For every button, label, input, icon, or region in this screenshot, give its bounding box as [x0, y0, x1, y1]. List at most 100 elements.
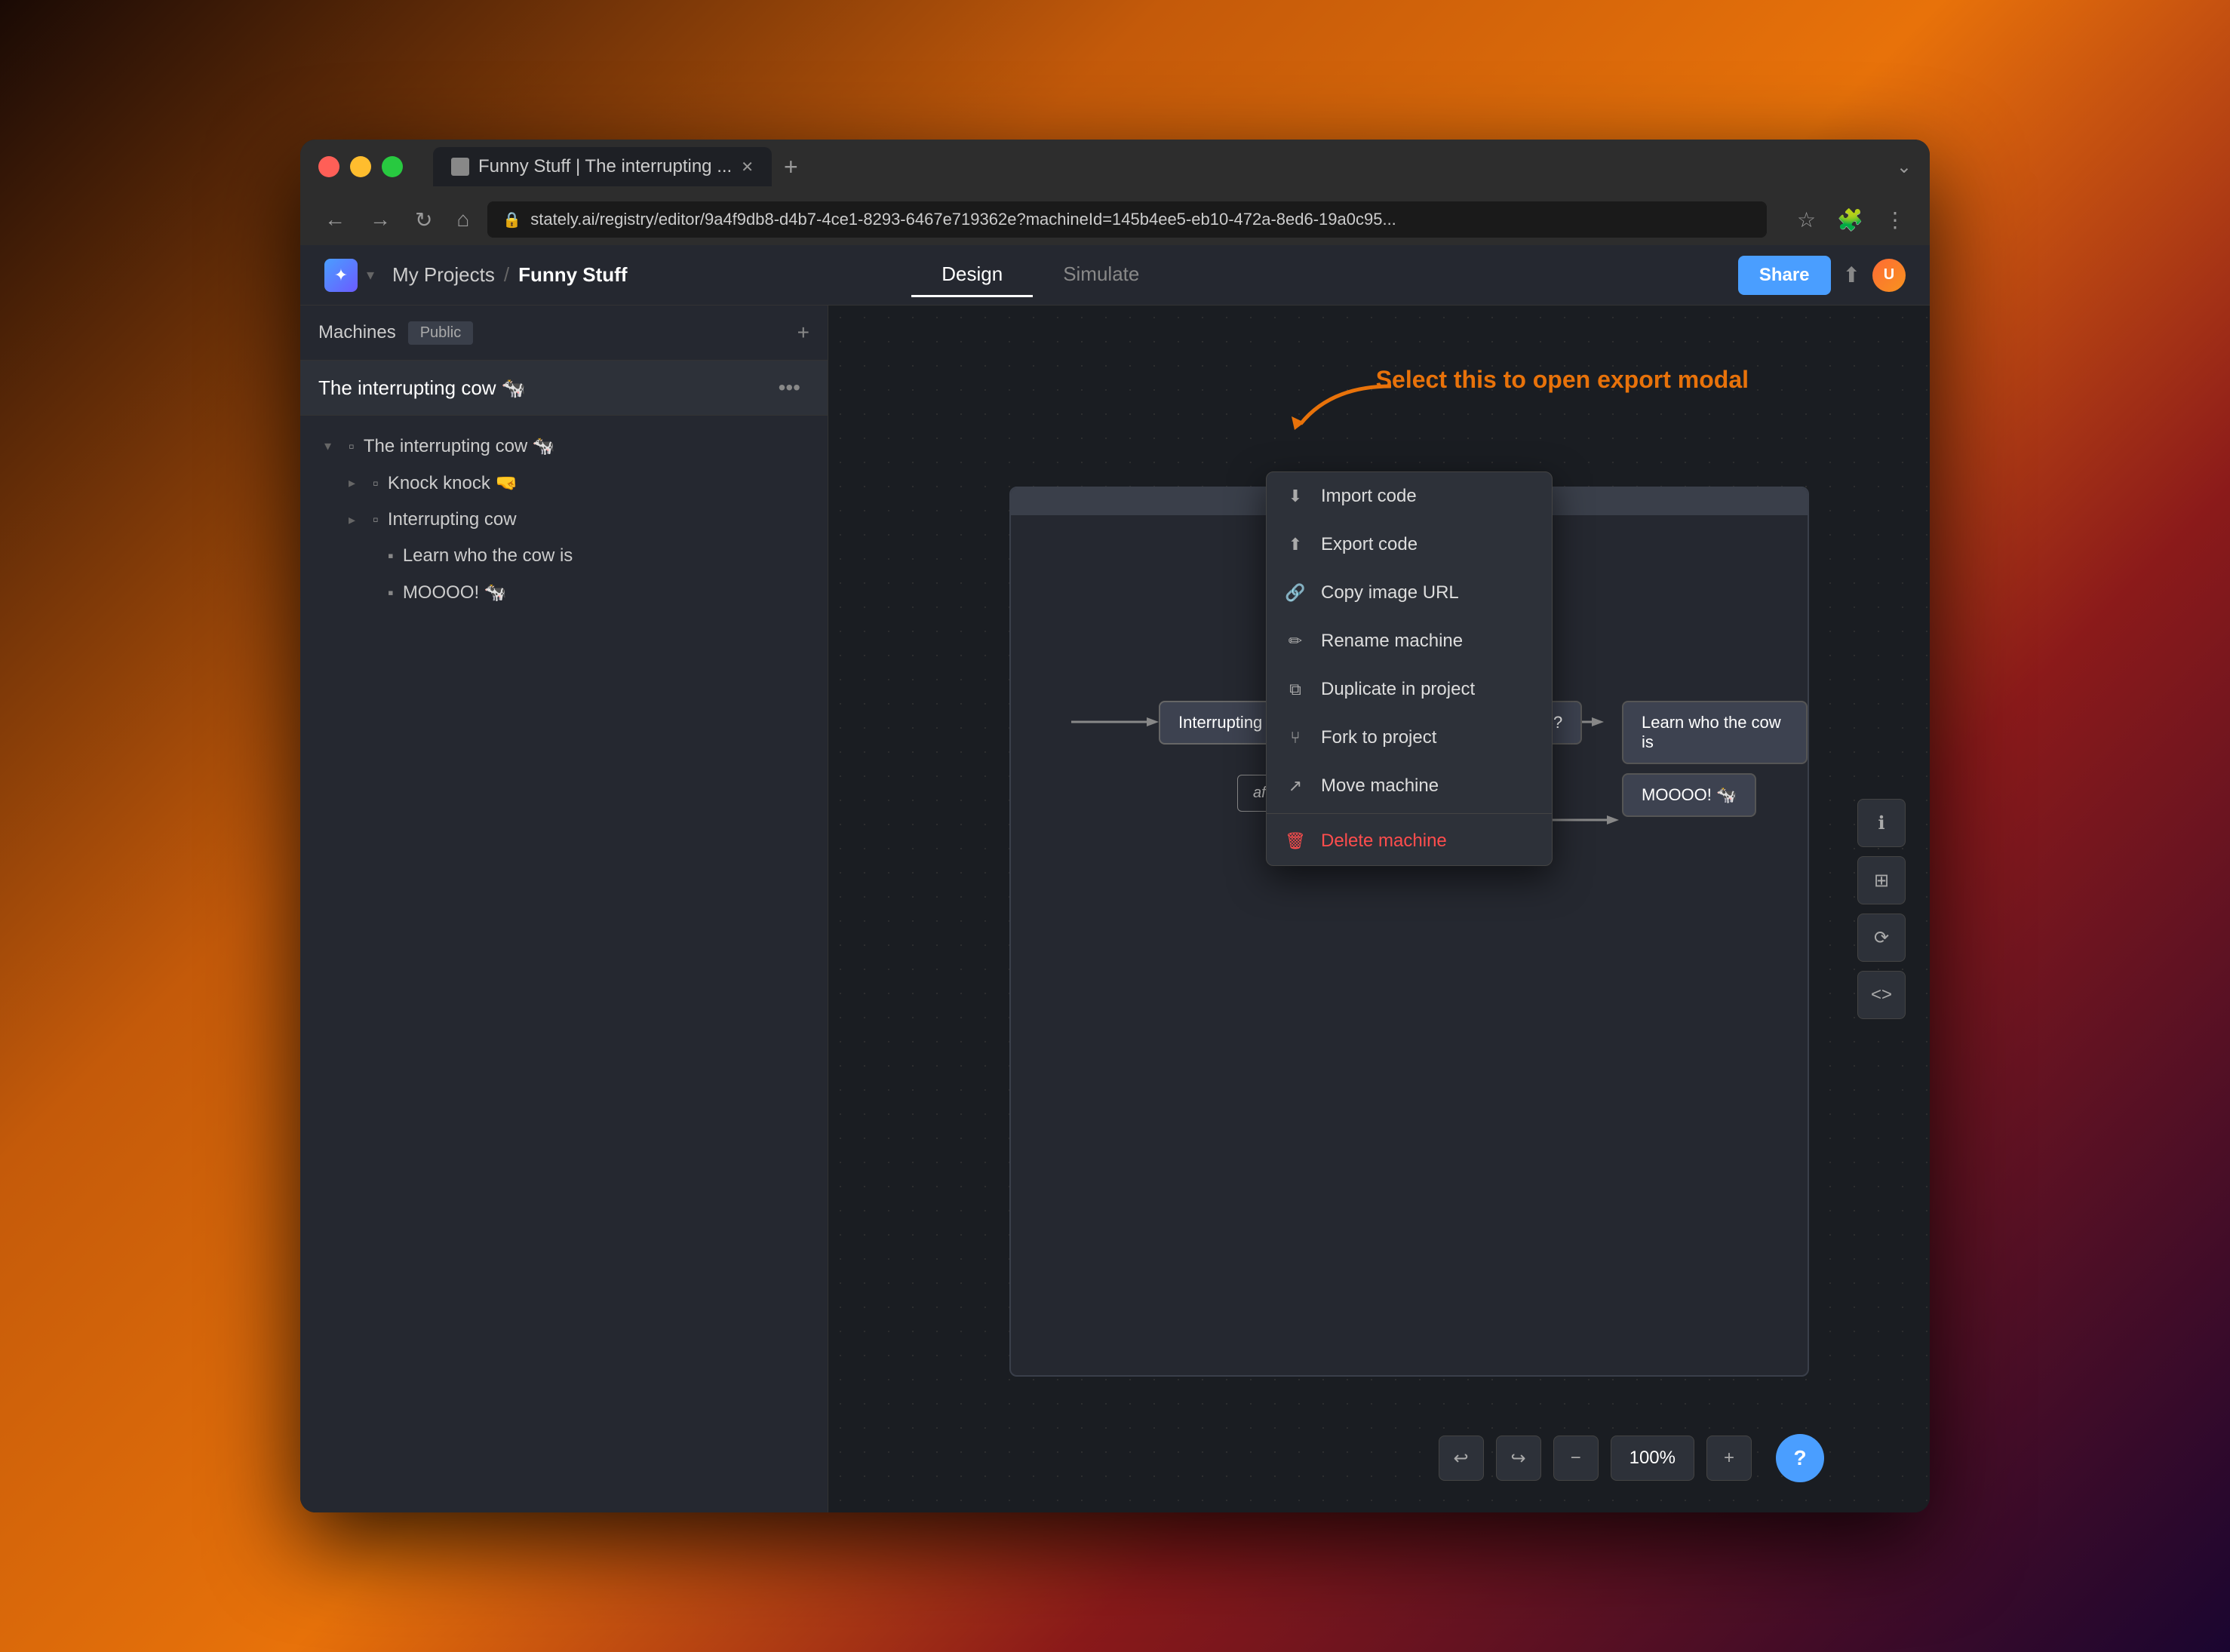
chevron-right-icon: ▸ — [349, 475, 364, 491]
undo-button[interactable]: ↩ — [1439, 1436, 1484, 1481]
history-icon: ⟳ — [1874, 927, 1889, 949]
menu-item-duplicate-label: Duplicate in project — [1321, 679, 1475, 700]
minimize-window-button[interactable] — [350, 156, 371, 177]
machine-item-main[interactable]: The interrupting cow 🐄 ••• — [300, 361, 828, 416]
folder-icon: ▫ — [349, 437, 355, 456]
breadcrumb-current[interactable]: Funny Stuff — [518, 263, 627, 287]
user-avatar[interactable]: U — [1872, 259, 1906, 292]
folder-icon: ▫ — [373, 474, 379, 493]
machine-name: The interrupting cow 🐄 — [318, 376, 769, 400]
url-bar[interactable]: 🔒 stately.ai/registry/editor/9a4f9db8-d4… — [487, 201, 1767, 238]
tree-item-0[interactable]: ▾ ▫ The interrupting cow 🐄 — [300, 428, 828, 465]
folder-icon: ▫ — [373, 510, 379, 530]
tree-item-2[interactable]: ▸ ▫ Interrupting cow — [300, 502, 828, 538]
zoom-in-button[interactable]: + — [1706, 1436, 1752, 1481]
layers-icon: ⊞ — [1874, 870, 1889, 892]
info-button[interactable]: ℹ — [1857, 799, 1906, 847]
browser-tab[interactable]: Funny Stuff | The interrupting ... ✕ — [433, 147, 772, 186]
code-icon: <> — [1871, 984, 1892, 1006]
menu-item-duplicate[interactable]: ⧉ Duplicate in project — [1267, 665, 1552, 714]
breadcrumb-projects[interactable]: My Projects — [392, 263, 495, 287]
machine-more-button[interactable]: ••• — [769, 373, 809, 403]
menu-item-import-label: Import code — [1321, 486, 1417, 507]
home-button[interactable]: ⌂ — [450, 201, 475, 238]
tab-simulate[interactable]: Simulate — [1033, 253, 1169, 297]
logo-area: ✦ ▾ — [324, 259, 374, 292]
delete-icon: 🗑 — [1285, 831, 1306, 851]
zoom-level-display: 100% — [1611, 1436, 1694, 1481]
code-button[interactable]: <> — [1857, 971, 1906, 1019]
back-button[interactable]: ← — [318, 201, 352, 238]
tree-item-1[interactable]: ▸ ▫ Knock knock 🤜 — [300, 465, 828, 502]
zoom-in-icon: + — [1724, 1448, 1734, 1469]
menu-item-rename-machine[interactable]: ✏ Rename machine — [1267, 617, 1552, 665]
zoom-out-button[interactable]: − — [1553, 1436, 1599, 1481]
state-icon: ▪ — [388, 583, 394, 603]
refresh-button[interactable]: ↻ — [409, 201, 438, 238]
menu-item-fork-label: Fork to project — [1321, 727, 1436, 748]
maximize-window-button[interactable] — [382, 156, 403, 177]
canvas-area[interactable]: ⬇ Import code ⬆ Export code 🔗 Copy image… — [828, 306, 1930, 1512]
tab-design[interactable]: Design — [911, 253, 1033, 297]
export-icon: ⬆ — [1285, 535, 1306, 554]
sidebar: Machines Public + The interrupting cow 🐄… — [300, 306, 828, 1512]
public-badge: Public — [408, 321, 473, 345]
menu-divider — [1267, 813, 1552, 814]
browser-window: Funny Stuff | The interrupting ... ✕ + ⌄… — [300, 140, 1930, 1512]
menu-item-copy-image-url[interactable]: 🔗 Copy image URL — [1267, 569, 1552, 617]
forward-button[interactable]: → — [364, 201, 397, 238]
menu-item-copy-label: Copy image URL — [1321, 582, 1459, 603]
menu-button[interactable]: ⋮ — [1878, 201, 1912, 238]
menu-item-move-machine[interactable]: ↗ Move machine — [1267, 762, 1552, 810]
zoom-out-icon: − — [1571, 1448, 1581, 1469]
app-logo[interactable]: ✦ — [324, 259, 358, 292]
add-machine-button[interactable]: + — [797, 321, 809, 345]
node-learn-who[interactable]: Learn who the cow is — [1622, 701, 1808, 764]
import-icon: ⬇ — [1285, 487, 1306, 506]
layers-button[interactable]: ⊞ — [1857, 856, 1906, 904]
browser-actions: ☆ 🧩 ⋮ — [1791, 201, 1912, 238]
menu-item-delete-machine[interactable]: 🗑 Delete machine — [1267, 817, 1552, 865]
address-bar: ← → ↻ ⌂ 🔒 stately.ai/registry/editor/9a4… — [300, 194, 1930, 245]
info-icon: ℹ — [1878, 812, 1884, 834]
bottom-bar: ↩ ↪ − 100% + ? — [1439, 1434, 1824, 1482]
tree-item-4[interactable]: ▪ MOOOO! 🐄 — [300, 574, 828, 611]
main-content: Machines Public + The interrupting cow 🐄… — [300, 306, 1930, 1512]
link-icon: 🔗 — [1285, 583, 1306, 603]
lock-icon: 🔒 — [502, 210, 521, 229]
move-icon: ↗ — [1285, 776, 1306, 796]
new-tab-button[interactable]: + — [772, 153, 810, 181]
share-button[interactable]: Share — [1738, 256, 1831, 295]
menu-item-export-code[interactable]: ⬆ Export code — [1267, 520, 1552, 569]
header-actions: Share ⬆ U — [1738, 256, 1906, 295]
redo-button[interactable]: ↪ — [1496, 1436, 1541, 1481]
close-window-button[interactable] — [318, 156, 339, 177]
tab-favicon — [451, 158, 469, 176]
header-tabs: Design Simulate — [911, 253, 1169, 297]
help-button[interactable]: ? — [1776, 1434, 1824, 1482]
export-button[interactable]: ⬆ — [1843, 263, 1860, 287]
menu-item-rename-label: Rename machine — [1321, 631, 1463, 652]
right-toolbar: ℹ ⊞ ⟳ <> — [1857, 799, 1906, 1019]
logo-chevron-icon[interactable]: ▾ — [367, 266, 374, 284]
menu-item-import-code[interactable]: ⬇ Import code — [1267, 472, 1552, 520]
tab-bar: Funny Stuff | The interrupting ... ✕ + ⌄ — [433, 147, 1912, 186]
chevron-down-icon: ▾ — [324, 438, 339, 454]
menu-item-fork[interactable]: ⑂ Fork to project — [1267, 714, 1552, 762]
bookmark-button[interactable]: ☆ — [1791, 201, 1822, 238]
tab-dropdown-button[interactable]: ⌄ — [1897, 156, 1912, 178]
fork-icon: ⑂ — [1285, 728, 1306, 748]
chevron-right-icon: ▸ — [349, 512, 364, 528]
tab-title: Funny Stuff | The interrupting ... — [478, 156, 732, 177]
tab-close-button[interactable]: ✕ — [741, 158, 754, 177]
app-layout: ✦ ▾ My Projects / Funny Stuff Design Sim… — [300, 245, 1930, 1512]
sidebar-machines-label: Machines — [318, 322, 396, 343]
tree-item-3[interactable]: ▪ Learn who the cow is — [300, 538, 828, 574]
state-icon: ▪ — [388, 546, 394, 566]
node-moooo[interactable]: MOOOO! 🐄 — [1622, 773, 1756, 817]
history-button[interactable]: ⟳ — [1857, 914, 1906, 962]
redo-icon: ↪ — [1511, 1448, 1526, 1469]
traffic-lights — [318, 156, 403, 177]
app-header: ✦ ▾ My Projects / Funny Stuff Design Sim… — [300, 245, 1930, 306]
extensions-button[interactable]: 🧩 — [1831, 201, 1869, 238]
